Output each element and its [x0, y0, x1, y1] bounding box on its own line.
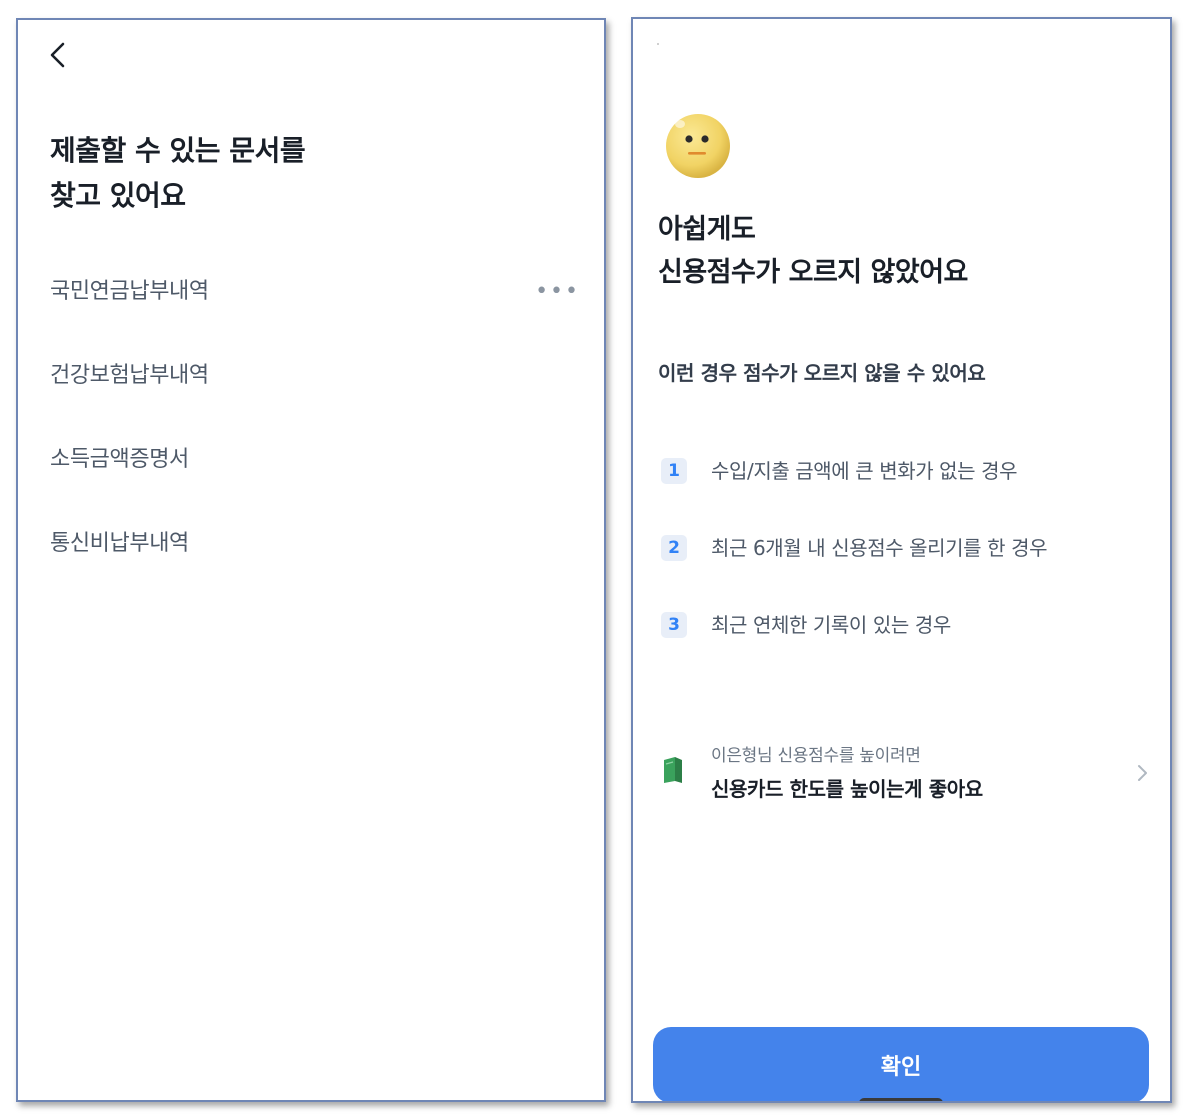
- reason-number-badge: 1: [661, 458, 687, 484]
- document-item-income-certificate[interactable]: 소득금액증명서: [50, 438, 580, 522]
- document-label: 국민연금납부내역: [50, 279, 209, 304]
- reason-text: 최근 연체한 기록이 있는 경우: [711, 613, 951, 637]
- document-item-telecom-bill[interactable]: 통신비납부내역: [50, 522, 580, 606]
- document-label: 건강보험납부내역: [50, 363, 209, 388]
- reason-item: 2 최근 6개월 내 신용점수 올리기를 한 경우: [661, 531, 1141, 608]
- reason-item: 1 수입/지출 금액에 큰 변화가 없는 경우: [661, 454, 1141, 531]
- reason-text: 수입/지출 금액에 큰 변화가 없는 경우: [711, 459, 1018, 483]
- document-search-screen: 제출할 수 있는 문서를 찾고 있어요 국민연금납부내역 ••• 건강보험납부내…: [16, 18, 606, 1102]
- reason-number-badge: 3: [661, 612, 687, 638]
- chevron-left-icon: [50, 42, 65, 68]
- status-bar-dot: [657, 43, 659, 45]
- reason-item: 3 최근 연체한 기록이 있는 경우: [661, 608, 1141, 685]
- credit-score-result-screen: 아쉽게도 신용점수가 오르지 않았어요 이런 경우 점수가 오르지 않을 수 있…: [631, 17, 1172, 1103]
- page-title: 제출할 수 있는 문서를 찾고 있어요: [50, 128, 306, 218]
- tip-main-text: 신용카드 한도를 높이는게 좋아요: [711, 777, 983, 801]
- back-button[interactable]: [44, 40, 74, 70]
- credit-tip-card[interactable]: 이은형님 신용점수를 높이려면 신용카드 한도를 높이는게 좋아요: [661, 737, 1151, 807]
- chevron-right-icon: [1138, 765, 1147, 781]
- home-indicator: [859, 1098, 943, 1101]
- document-list: 국민연금납부내역 ••• 건강보험납부내역 소득금액증명서 통신비납부내역: [50, 270, 580, 606]
- confirm-button[interactable]: 확인: [653, 1027, 1149, 1101]
- neutral-face-icon: [666, 114, 730, 178]
- reasons-heading: 이런 경우 점수가 오르지 않을 수 있어요: [658, 361, 986, 385]
- result-title-line-2: 신용점수가 오르지 않았어요: [658, 257, 968, 288]
- loading-dots-icon: •••: [535, 279, 580, 304]
- document-item-national-pension[interactable]: 국민연금납부내역 •••: [50, 270, 580, 354]
- document-label: 통신비납부내역: [50, 531, 189, 556]
- document-label: 소득금액증명서: [50, 447, 189, 472]
- green-book-icon: [664, 757, 682, 783]
- tip-caption: 이은형님 신용점수를 높이려면: [711, 746, 921, 766]
- reason-text: 최근 6개월 내 신용점수 올리기를 한 경우: [711, 536, 1048, 560]
- reasons-list: 1 수입/지출 금액에 큰 변화가 없는 경우 2 최근 6개월 내 신용점수 …: [661, 454, 1141, 685]
- document-item-health-insurance[interactable]: 건강보험납부내역: [50, 354, 580, 438]
- page-title-line-2: 찾고 있어요: [50, 179, 186, 212]
- page-title-line-1: 제출할 수 있는 문서를: [50, 134, 306, 167]
- result-title-line-1: 아쉽게도: [658, 214, 756, 245]
- result-title: 아쉽게도 신용점수가 오르지 않았어요: [658, 208, 968, 294]
- reason-number-badge: 2: [661, 535, 687, 561]
